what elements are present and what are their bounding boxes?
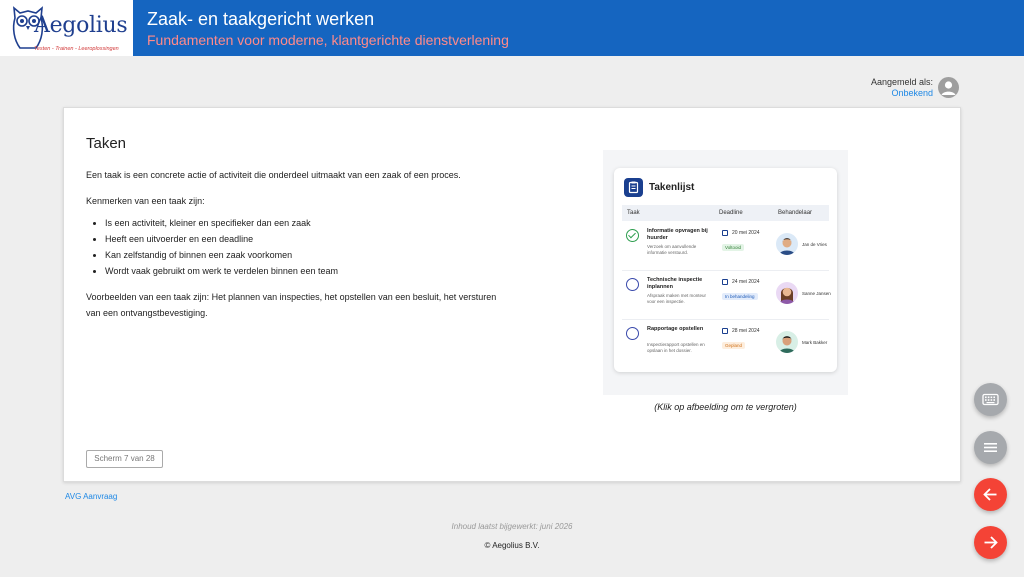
task-desc: Inspectierapport opstellen en opslaan in… <box>647 342 705 353</box>
course-title: Zaak- en taakgericht werken <box>147 9 375 29</box>
check-done-icon <box>626 229 639 242</box>
list-item: Heeft een uitvoerder en een deadline <box>105 231 506 247</box>
task-name: Technische inspectie inplannen <box>647 277 703 290</box>
task-desc: Afspraak maken met monteur voor een insp… <box>647 293 707 304</box>
table-row: Technische inspectie inplannen Afspraak … <box>622 272 831 320</box>
login-label: Aangemeld als: <box>870 77 933 87</box>
task-desc: Verzoek om aanvullende informatie verstu… <box>647 244 697 255</box>
check-open-icon <box>626 327 639 340</box>
assignee-name: Mark Bakker <box>802 340 828 345</box>
takenlijst-title: Takenlijst <box>649 182 695 193</box>
column-header: Deadline <box>719 210 743 216</box>
person-avatar-icon <box>776 331 798 353</box>
task-date: 24 mei 2024 <box>732 279 760 285</box>
examples-paragraph: Voorbeelden van een taak zijn: Het plann… <box>86 292 497 318</box>
list-item: Wordt vaak gebruikt om werk te verdelen … <box>105 263 506 279</box>
menu-button[interactable] <box>974 431 1007 464</box>
takenlijst-header: Taak Deadline Behandelaar <box>622 205 829 221</box>
previous-button[interactable] <box>974 478 1007 511</box>
column-header: Behandelaar <box>778 210 813 216</box>
features-list: Is een activiteit, kleiner en specifieke… <box>105 215 506 279</box>
assignee-name: Jan de Vries <box>802 242 827 247</box>
list-item: Is een activiteit, kleiner en specifieke… <box>105 215 506 231</box>
intro-paragraph: Een taak is een concrete actie of activi… <box>86 170 461 180</box>
task-date: 20 mei 2024 <box>732 230 760 236</box>
content-text: Een taak is een concrete actie of activi… <box>86 167 506 331</box>
assignee-name: Sanne Jansen <box>802 291 831 296</box>
status-badge: Voltooid <box>722 244 745 251</box>
check-open-icon <box>626 278 639 291</box>
image-caption: (Klik op afbeelding om te vergroten) <box>654 402 797 412</box>
login-user-link[interactable]: Onbekend <box>871 88 933 99</box>
table-row: Informatie opvragen bij huurder Verzoek … <box>622 223 829 271</box>
content-card: Taken Een taak is een concrete actie of … <box>63 107 961 482</box>
logo: Aegolius Testen - Trainen - Leeroplossin… <box>0 0 133 56</box>
list-item: Kan zelfstandig of binnen een zaak voork… <box>105 247 506 263</box>
course-subtitle: Fundamenten voor moderne, klantgerichte … <box>147 32 509 48</box>
task-date: 28 mei 2024 <box>732 328 760 334</box>
keyboard-button[interactable] <box>974 383 1007 416</box>
avg-request-link[interactable]: AVG Aanvraag <box>65 492 117 501</box>
menu-icon <box>984 443 997 452</box>
person-avatar-icon <box>776 282 798 304</box>
takenlijst-card: Takenlijst Taak Deadline Behandelaar Inf… <box>614 168 837 372</box>
keyboard-icon <box>982 393 999 406</box>
login-status: Aangemeld als: Onbekend <box>871 77 933 99</box>
status-badge: Gepland <box>722 342 746 349</box>
user-avatar-icon[interactable] <box>938 77 959 98</box>
table-row: Rapportage opstellen Inspectierapport op… <box>622 321 829 369</box>
column-header: Taak <box>627 210 640 216</box>
page-title: Taken <box>86 135 127 152</box>
arrow-right-icon <box>984 536 998 549</box>
screen-counter: Scherm 7 van 28 <box>86 450 163 468</box>
person-avatar-icon <box>776 233 798 255</box>
status-badge: In behandeling <box>722 293 758 300</box>
logo-tagline: Testen - Trainen - Leeroplossingen <box>34 46 119 52</box>
calendar-icon <box>722 328 728 334</box>
app-header: Aegolius Testen - Trainen - Leeroplossin… <box>0 0 1024 56</box>
calendar-icon <box>722 279 728 285</box>
copyright-text: © Aegolius B.V. <box>484 541 540 550</box>
arrow-left-icon <box>983 488 997 501</box>
task-name: Rapportage opstellen <box>647 326 704 332</box>
next-button[interactable] <box>974 526 1007 559</box>
takenlijst-image[interactable]: Takenlijst Taak Deadline Behandelaar Inf… <box>603 150 848 395</box>
task-name: Informatie opvragen bij huurder <box>647 228 708 241</box>
calendar-icon <box>722 230 728 236</box>
features-intro: Kenmerken van een taak zijn: <box>86 196 205 206</box>
last-updated-text: Inhoud laatst bijgewerkt: juni 2026 <box>451 522 573 531</box>
clipboard-icon <box>624 178 643 197</box>
logo-text: Aegolius <box>34 13 128 38</box>
